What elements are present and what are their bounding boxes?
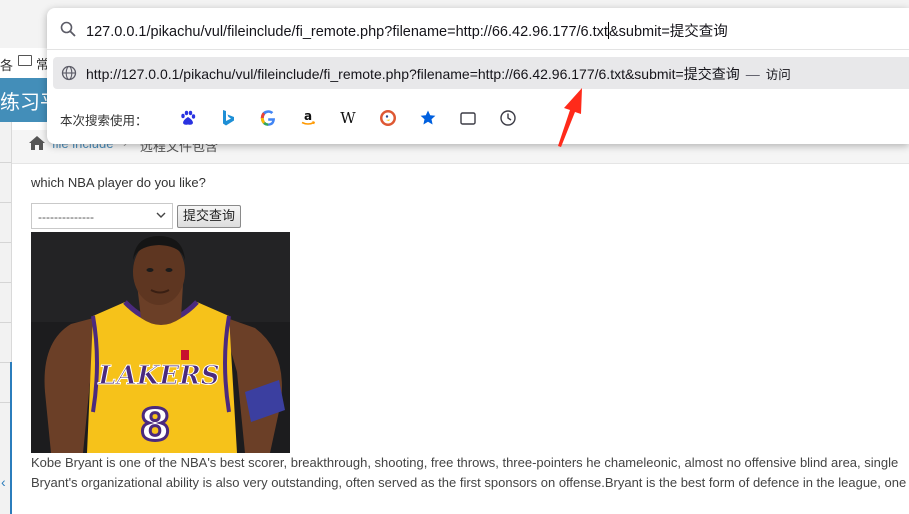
sidebar: ‹ xyxy=(0,122,12,514)
description-line: Kobe Bryant is one of the NBA's best sco… xyxy=(31,455,899,470)
bookmark-folder-icon xyxy=(18,55,32,66)
svg-text:a: a xyxy=(304,109,312,123)
annotation-arrow-icon xyxy=(558,88,582,147)
urlbar-dropdown: 127.0.0.1/pikachu/vul/fileinclude/fi_rem… xyxy=(47,8,909,144)
sidebar-divider xyxy=(0,162,11,163)
description-line: Bryant's organizational ability is also … xyxy=(31,475,907,490)
suggestion-url: http://127.0.0.1/pikachu/vul/fileinclude… xyxy=(86,66,740,82)
sidebar-collapse-icon[interactable]: ‹ xyxy=(1,474,6,490)
question-label: which NBA player do you like? xyxy=(31,175,206,190)
urlbar-text-before-caret: 127.0.0.1/pikachu/vul/fileinclude/fi_rem… xyxy=(86,24,608,40)
amazon-icon[interactable]: a xyxy=(297,107,319,129)
google-icon[interactable] xyxy=(257,107,279,129)
svg-text:W: W xyxy=(340,109,356,127)
urlbar-text-after-caret: &submit=提交查询 xyxy=(608,24,728,40)
player-select[interactable]: -------------- xyxy=(31,203,173,229)
tabs-icon[interactable] xyxy=(457,107,479,129)
history-icon[interactable] xyxy=(497,107,519,129)
globe-icon xyxy=(61,65,77,81)
urlbar-input[interactable]: 127.0.0.1/pikachu/vul/fileinclude/fi_rem… xyxy=(47,8,909,50)
suggestion-separator: — xyxy=(745,66,760,82)
bookmark-item-fragment[interactable]: 各 xyxy=(0,55,13,74)
bing-icon[interactable] xyxy=(217,107,239,129)
submit-button[interactable]: 提交查询 xyxy=(177,205,241,228)
urlbar-suggestion[interactable]: http://127.0.0.1/pikachu/vul/fileinclude… xyxy=(53,57,909,89)
search-engines-label: 本次搜索使用： xyxy=(60,113,148,128)
bookmarks-icon[interactable] xyxy=(417,107,439,129)
search-engines-row: 本次搜索使用： a W xyxy=(47,104,909,134)
suggestion-action-visit: 访问 xyxy=(765,67,791,82)
chevron-down-icon xyxy=(156,212,166,218)
sidebar-active-indicator xyxy=(10,362,12,514)
sidebar-divider xyxy=(0,282,11,283)
wikipedia-icon[interactable]: W xyxy=(337,107,359,129)
sidebar-divider xyxy=(0,202,11,203)
baidu-icon[interactable] xyxy=(177,107,199,129)
jersey-number-text: 8 xyxy=(140,400,171,451)
urlbar-text[interactable]: 127.0.0.1/pikachu/vul/fileinclude/fi_rem… xyxy=(86,20,728,41)
jersey-team-text: LAKERS xyxy=(97,361,219,391)
suggestion-text: http://127.0.0.1/pikachu/vul/fileinclude… xyxy=(86,64,791,84)
search-icon xyxy=(60,21,76,37)
sidebar-divider xyxy=(0,322,11,323)
duckduckgo-icon[interactable] xyxy=(377,107,399,129)
sidebar-divider xyxy=(0,242,11,243)
home-icon[interactable] xyxy=(28,135,46,151)
player-photo: LAKERS 8 xyxy=(31,232,290,453)
